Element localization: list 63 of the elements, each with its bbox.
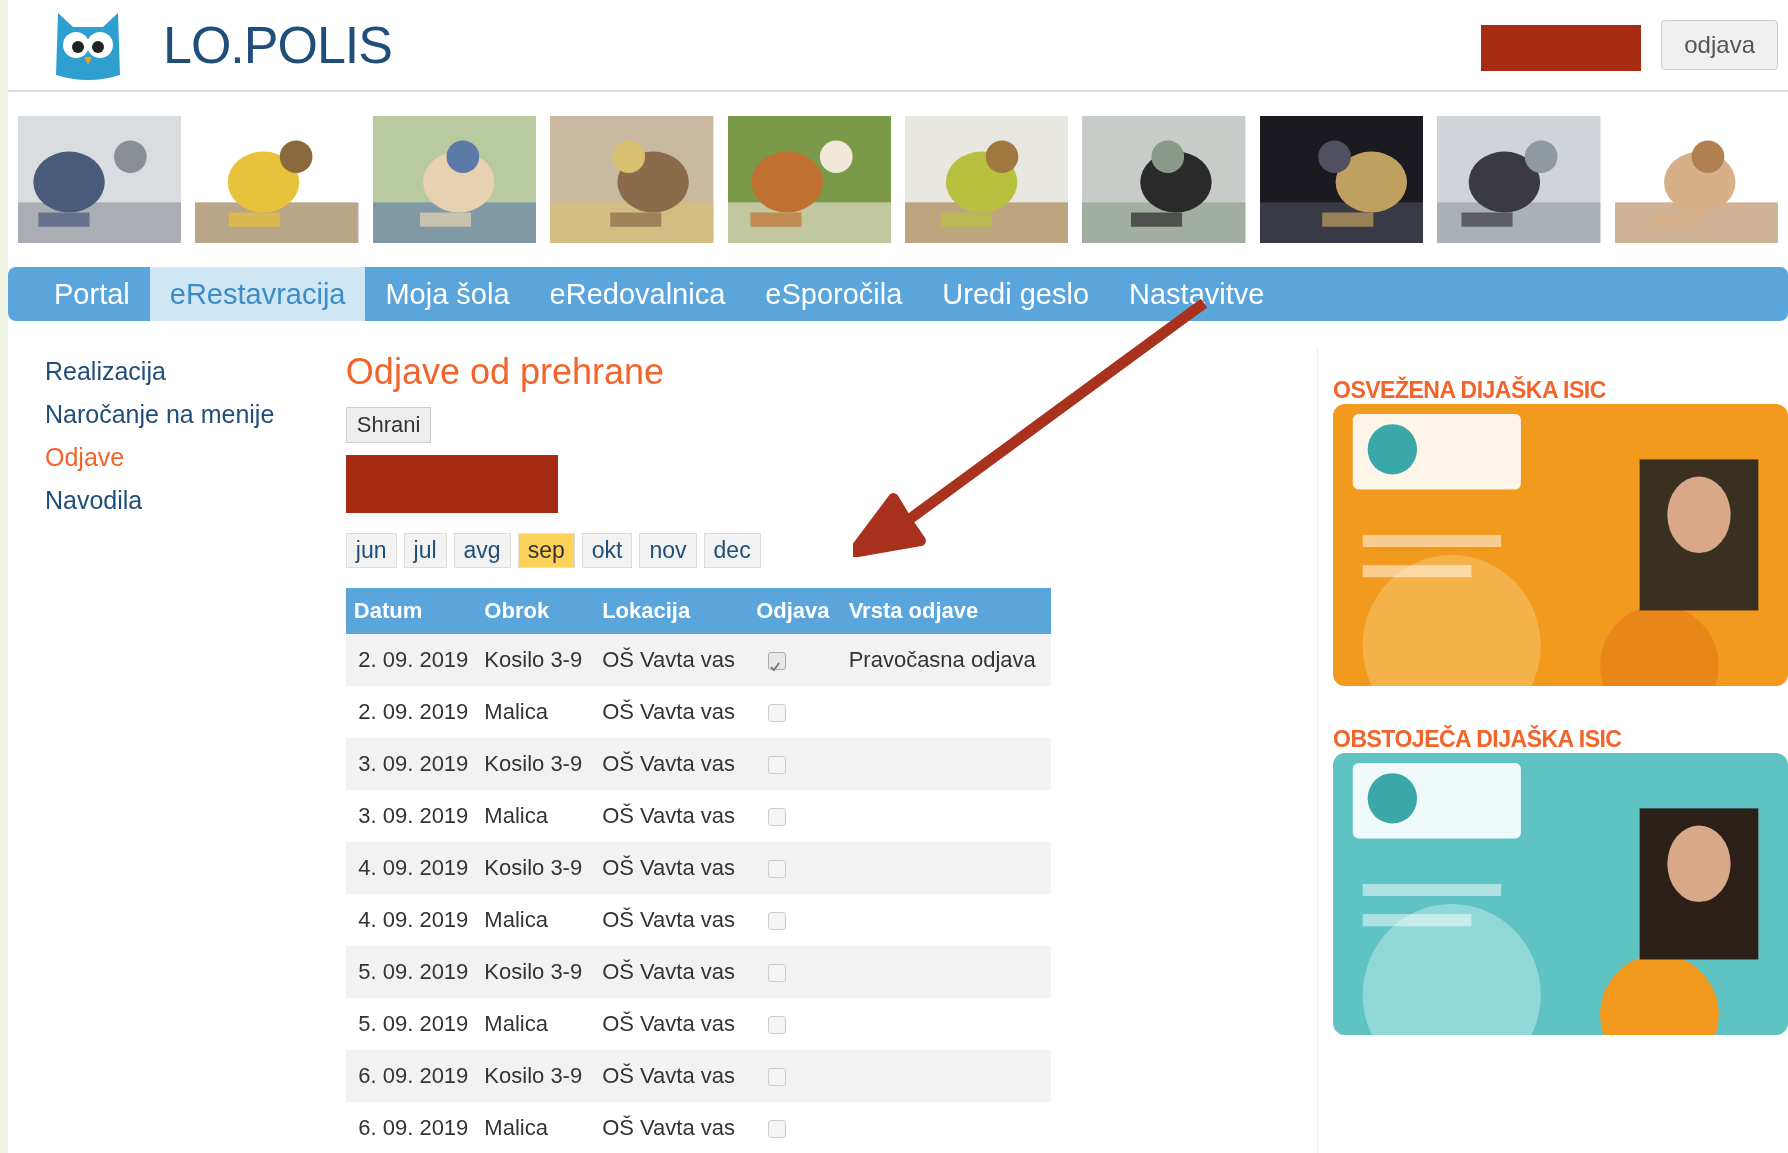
table-cell: 3. 09. 2019: [345, 790, 477, 842]
table-cell: Malica: [476, 1102, 595, 1153]
column-header: Lokacija: [594, 588, 749, 634]
save-button[interactable]: Shrani: [345, 407, 432, 443]
checkbox[interactable]: [768, 1068, 787, 1087]
checkbox[interactable]: [768, 860, 787, 879]
month-button[interactable]: avg: [453, 533, 511, 568]
logo-text: LO.POLIS: [163, 15, 392, 75]
month-button[interactable]: okt: [581, 533, 633, 568]
table-cell: OŠ Vavta vas: [594, 946, 749, 998]
table-cell: OŠ Vavta vas: [594, 686, 749, 738]
table-cell: Kosilo 3-9: [476, 842, 595, 894]
table-cell: Kosilo 3-9: [476, 1050, 595, 1102]
checkbox[interactable]: [768, 912, 787, 931]
table-cell: OŠ Vavta vas: [594, 998, 749, 1050]
table-cell: 3. 09. 2019: [345, 738, 477, 790]
table-cell: Kosilo 3-9: [476, 946, 595, 998]
table-cell: OŠ Vavta vas: [594, 634, 749, 686]
checkbox[interactable]: [768, 652, 787, 671]
table-cell: Malica: [476, 790, 595, 842]
table-cell: OŠ Vavta vas: [594, 790, 749, 842]
month-button[interactable]: jul: [403, 533, 447, 568]
column-header: Vrsta odjave: [840, 588, 1051, 634]
table-cell: OŠ Vavta vas: [594, 894, 749, 946]
check-icon: [769, 661, 782, 674]
checkbox[interactable]: [768, 704, 787, 723]
table-cell: OŠ Vavta vas: [594, 738, 749, 790]
month-button[interactable]: dec: [703, 533, 761, 568]
table-cell: Malica: [476, 894, 595, 946]
month-button[interactable]: nov: [639, 533, 697, 568]
table-cell: Pravočasna odjava: [848, 647, 1036, 672]
table-cell: 4. 09. 2019: [345, 842, 477, 894]
table-cell: 6. 09. 2019: [345, 1102, 477, 1153]
section-heading: OSVEŽENA DIJAŠKA ISIC: [1333, 377, 1607, 404]
sidebar-link[interactable]: Realizacija: [45, 357, 346, 386]
table-cell: Kosilo 3-9: [476, 738, 595, 790]
column-header: Odjava: [748, 588, 841, 634]
month-button[interactable]: sep: [517, 533, 575, 568]
table-cell: OŠ Vavta vas: [594, 1102, 749, 1153]
table-cell: 6. 09. 2019: [345, 1050, 477, 1102]
checkbox[interactable]: [768, 964, 787, 983]
page-title: Odjave od prehrane: [345, 351, 666, 393]
table-cell: Malica: [476, 686, 595, 738]
sidebar-link[interactable]: Naročanje na menije: [45, 400, 346, 429]
table-cell: 2. 09. 2019: [345, 634, 477, 686]
checkbox[interactable]: [768, 808, 787, 827]
table-cell: 4. 09. 2019: [345, 894, 477, 946]
column-header: Datum: [345, 588, 477, 634]
column-header: Obrok: [476, 588, 595, 634]
table-cell: 5. 09. 2019: [345, 946, 477, 998]
table-cell: Kosilo 3-9: [476, 634, 595, 686]
sidebar-link[interactable]: Navodila: [45, 486, 346, 515]
table-cell: 5. 09. 2019: [345, 998, 477, 1050]
checkbox[interactable]: [768, 1120, 787, 1139]
table-cell: OŠ Vavta vas: [594, 1050, 749, 1102]
table-cell: 2. 09. 2019: [345, 686, 477, 738]
month-button[interactable]: jun: [345, 533, 397, 568]
checkbox[interactable]: [768, 1016, 787, 1035]
checkbox[interactable]: [768, 756, 787, 775]
logout-button[interactable]: odjava: [1661, 20, 1778, 70]
section-heading: OBSTOJEČA DIJAŠKA ISIC: [1333, 726, 1623, 753]
table-cell: Malica: [476, 998, 595, 1050]
table-cell: OŠ Vavta vas: [594, 842, 749, 894]
